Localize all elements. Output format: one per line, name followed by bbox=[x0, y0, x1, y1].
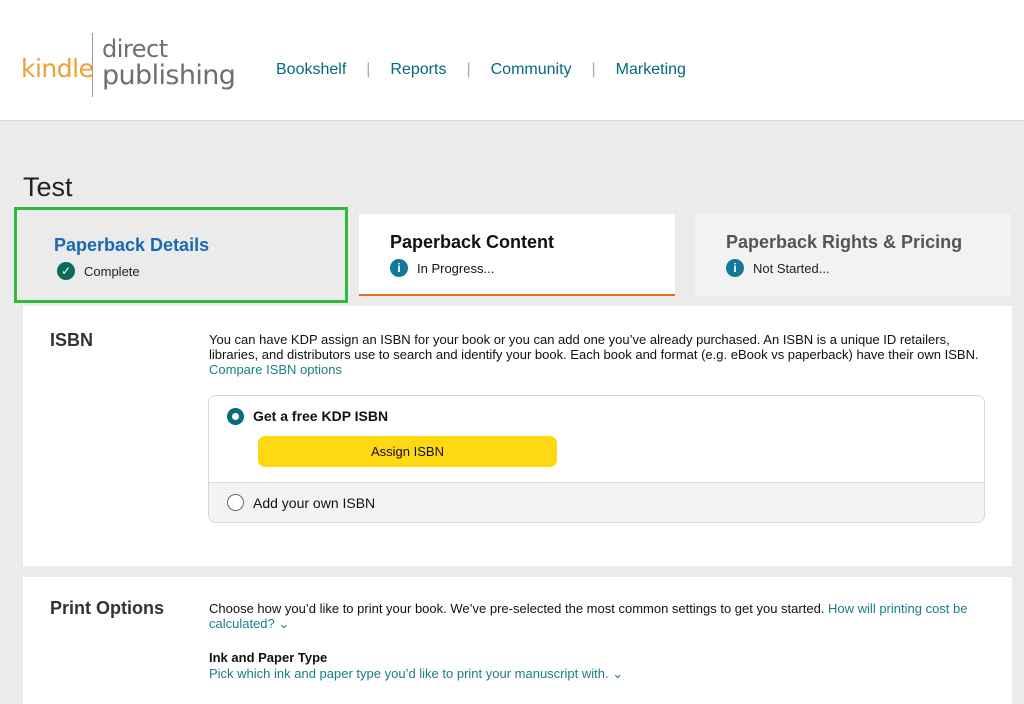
info-icon: i bbox=[726, 259, 744, 277]
nav-separator: | bbox=[466, 61, 471, 78]
nav-marketing[interactable]: Marketing bbox=[616, 61, 686, 79]
isbn-description-text: You can have KDP assign an ISBN for your… bbox=[209, 332, 979, 362]
logo-direct-text: direct bbox=[102, 35, 168, 63]
tab-status: ✓ Complete bbox=[57, 262, 140, 280]
info-icon: i bbox=[390, 259, 408, 277]
chevron-down-icon: ⌄ bbox=[278, 616, 290, 631]
option-free-isbn: Get a free KDP ISBN Assign ISBN bbox=[209, 396, 984, 482]
main-nav: Bookshelf | Reports | Community | Market… bbox=[276, 61, 686, 79]
nav-reports[interactable]: Reports bbox=[390, 61, 446, 79]
chevron-down-icon: ⌄ bbox=[612, 666, 624, 681]
tab-paperback-details[interactable]: Paperback Details ✓ Complete bbox=[14, 207, 348, 303]
top-header: kindle direct publishing Bookshelf | Rep… bbox=[0, 0, 1024, 121]
isbn-options-box: Get a free KDP ISBN Assign ISBN Add your… bbox=[208, 395, 985, 523]
nav-community[interactable]: Community bbox=[491, 61, 572, 79]
assign-isbn-button[interactable]: Assign ISBN bbox=[258, 436, 557, 467]
nav-bookshelf[interactable]: Bookshelf bbox=[276, 61, 346, 79]
logo-divider bbox=[92, 33, 93, 97]
own-isbn-radio[interactable] bbox=[227, 494, 244, 511]
status-text: Not Started... bbox=[753, 260, 830, 276]
nav-separator: | bbox=[366, 61, 371, 78]
own-isbn-label[interactable]: Add your own ISBN bbox=[253, 495, 375, 511]
print-options-description: Choose how you’d like to print your book… bbox=[209, 601, 999, 631]
logo-publishing-text: publishing bbox=[102, 60, 236, 91]
isbn-section-label: ISBN bbox=[50, 330, 94, 350]
tab-status: i In Progress... bbox=[390, 259, 494, 277]
print-options-label: Print Options bbox=[50, 598, 164, 618]
compare-isbn-link[interactable]: Compare ISBN options bbox=[209, 362, 342, 377]
print-options-description-text: Choose how you’d like to print your book… bbox=[209, 601, 825, 616]
nav-separator: | bbox=[591, 61, 596, 78]
page-title: Test bbox=[23, 172, 73, 202]
isbn-section: ISBN You can have KDP assign an ISBN for… bbox=[23, 306, 1012, 566]
check-circle-icon: ✓ bbox=[57, 262, 75, 280]
isbn-description: You can have KDP assign an ISBN for your… bbox=[209, 332, 999, 377]
free-isbn-radio[interactable] bbox=[227, 408, 244, 425]
tab-paperback-content[interactable]: Paperback Content i In Progress... bbox=[359, 214, 675, 296]
status-text: Complete bbox=[84, 263, 140, 279]
tab-title: Paperback Rights & Pricing bbox=[726, 232, 963, 252]
logo-kindle-text: kindle bbox=[21, 54, 94, 83]
tab-title: Paperback Details bbox=[54, 235, 210, 255]
ink-paper-title: Ink and Paper Type bbox=[209, 650, 328, 665]
status-text: In Progress... bbox=[417, 260, 495, 276]
tab-title: Paperback Content bbox=[390, 232, 555, 252]
print-options-section: Print Options Choose how you’d like to p… bbox=[23, 577, 1012, 704]
option-own-isbn: Add your own ISBN bbox=[209, 482, 984, 522]
tab-paperback-rights-pricing[interactable]: Paperback Rights & Pricing i Not Started… bbox=[695, 214, 1011, 296]
tab-status: i Not Started... bbox=[726, 259, 830, 277]
ink-paper-link-text: Pick which ink and paper type you’d like… bbox=[209, 666, 609, 681]
free-isbn-label[interactable]: Get a free KDP ISBN bbox=[253, 408, 388, 424]
ink-paper-link[interactable]: Pick which ink and paper type you’d like… bbox=[209, 666, 623, 682]
